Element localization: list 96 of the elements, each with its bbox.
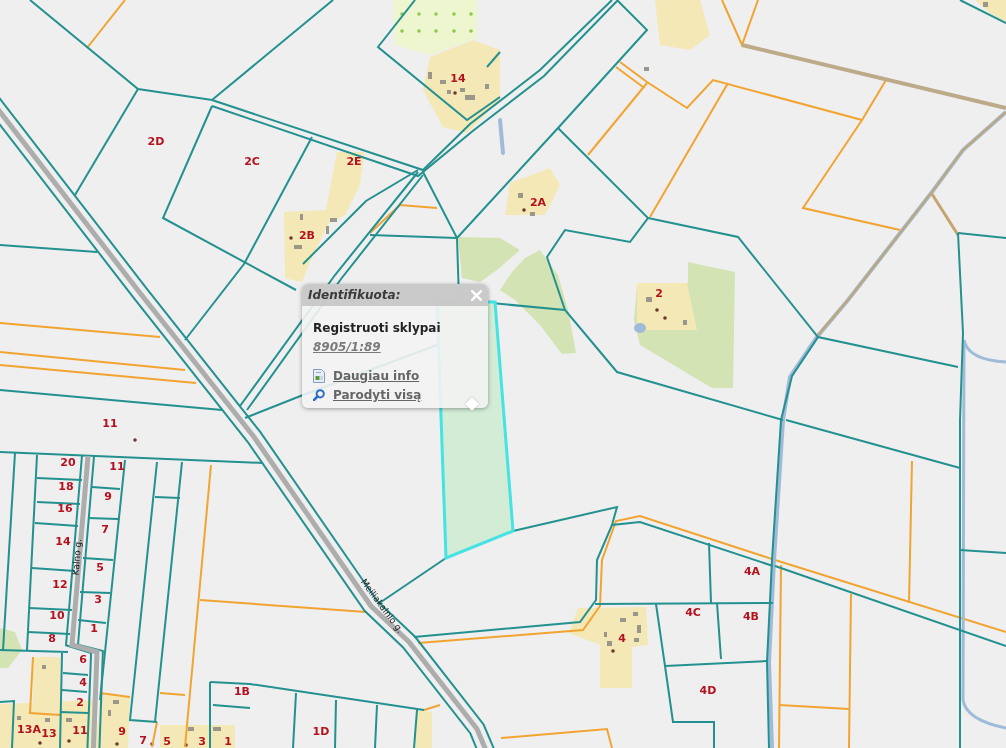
secondary-boundary xyxy=(151,721,158,748)
parcel-number: 12 xyxy=(52,577,68,591)
building-icon xyxy=(42,665,46,669)
building-icon xyxy=(530,212,535,216)
parcel-number: 10 xyxy=(49,608,65,622)
parcel-number: 1 xyxy=(90,621,98,635)
parcel-number: 4 xyxy=(618,631,626,645)
parcel-number: 13A xyxy=(17,722,41,736)
yard-area xyxy=(975,0,1006,22)
parcel-number: 2 xyxy=(655,286,663,300)
parcel-number: 7 xyxy=(101,522,109,536)
info-link[interactable]: Daugiau info xyxy=(313,368,420,384)
zoom-link[interactable]: Parodyti visą xyxy=(313,387,422,403)
parcel-boundary xyxy=(959,0,1006,24)
parcel-number: 8 xyxy=(48,631,56,645)
parcel-number: 2C xyxy=(244,154,260,168)
search-icon xyxy=(313,389,325,401)
grass-area xyxy=(0,628,22,668)
building-icon xyxy=(294,245,302,249)
secondary-boundary xyxy=(423,704,441,711)
parcel-number: 14 xyxy=(450,71,466,85)
building-icon xyxy=(17,716,21,720)
building-icon xyxy=(428,72,432,79)
point-marker-icon xyxy=(663,316,667,320)
parcel-number: 2 xyxy=(76,695,84,709)
building-icon xyxy=(188,727,194,731)
building-icon xyxy=(213,727,221,731)
layer-name: Registruoti sklypai xyxy=(313,320,442,336)
point-marker-icon xyxy=(453,91,457,95)
parcel-number: 11 xyxy=(102,416,118,430)
yard-area xyxy=(655,0,710,50)
point-marker-icon xyxy=(522,208,526,212)
stream xyxy=(498,118,505,155)
parcel-number: 1B xyxy=(234,684,250,698)
secondary-boundary xyxy=(721,0,759,48)
point-marker-icon xyxy=(150,742,154,746)
building-icon xyxy=(620,618,626,622)
parcel-number: 4C xyxy=(685,605,701,619)
building-icon xyxy=(447,90,451,94)
building-icon xyxy=(633,612,638,616)
secondary-boundary xyxy=(99,692,131,698)
parcel-number: 6 xyxy=(79,652,87,666)
point-marker-icon xyxy=(115,742,119,746)
building-icon xyxy=(45,718,50,722)
point-marker-icon xyxy=(655,308,659,312)
point-marker-icon xyxy=(184,743,188,747)
secondary-boundary xyxy=(86,0,126,49)
parcel-number: 14 xyxy=(55,534,71,548)
parcel-number: 11 xyxy=(72,723,88,737)
building-icon xyxy=(646,297,652,302)
parcel-number: 2E xyxy=(346,154,362,168)
building-icon xyxy=(518,193,523,198)
popup-title: Identifikuota: xyxy=(308,287,401,303)
building-icon xyxy=(683,320,687,325)
point-marker-icon xyxy=(67,739,71,743)
building-icon xyxy=(983,2,988,7)
parcel-number: 1 xyxy=(224,734,232,748)
parcel-id-link[interactable]: 8905/1:89 xyxy=(313,339,381,355)
document-icon xyxy=(313,369,325,383)
parcel-number: 5 xyxy=(163,734,171,748)
parcel-number: 4D xyxy=(699,683,717,697)
parcel-number: 20 xyxy=(60,455,76,469)
parcel-number: 18 xyxy=(58,479,74,493)
parcel-number: 9 xyxy=(104,489,112,503)
building-icon xyxy=(66,718,72,722)
building-icon xyxy=(300,214,303,220)
parcel-number: 4 xyxy=(79,675,87,689)
building-icon xyxy=(644,67,649,71)
parcel-number: 13 xyxy=(41,726,57,740)
parcel-number: 11 xyxy=(109,459,125,473)
parcel-number: 3 xyxy=(94,592,102,606)
parcel-number: 4A xyxy=(743,564,761,578)
point-marker-icon xyxy=(611,649,615,653)
parcel-number: 7 xyxy=(139,733,147,747)
parcel-number: 1D xyxy=(312,724,330,738)
parcel-number: 5 xyxy=(96,560,104,574)
parcel-number: 9 xyxy=(118,724,126,738)
parcel-boundary xyxy=(0,699,16,748)
parcel-number: 4B xyxy=(743,609,759,623)
close-button[interactable] xyxy=(469,288,483,302)
yard-area xyxy=(414,710,432,748)
building-icon xyxy=(485,84,489,89)
parcel-number: 2A xyxy=(529,195,547,209)
street-name: Kalno g. xyxy=(70,538,84,576)
point-marker-icon xyxy=(289,236,293,240)
point-marker-icon xyxy=(38,741,42,745)
parcel-number: 2B xyxy=(299,228,315,242)
secondary-boundary xyxy=(28,656,61,716)
secondary-boundary xyxy=(369,203,438,234)
parcel-number: 16 xyxy=(57,501,73,515)
parcel-number: 2D xyxy=(147,134,165,148)
close-icon xyxy=(470,289,482,301)
pond xyxy=(634,323,646,333)
point-marker-icon xyxy=(133,438,137,442)
parcel-number: 3 xyxy=(198,734,206,748)
yard-area xyxy=(505,168,560,215)
